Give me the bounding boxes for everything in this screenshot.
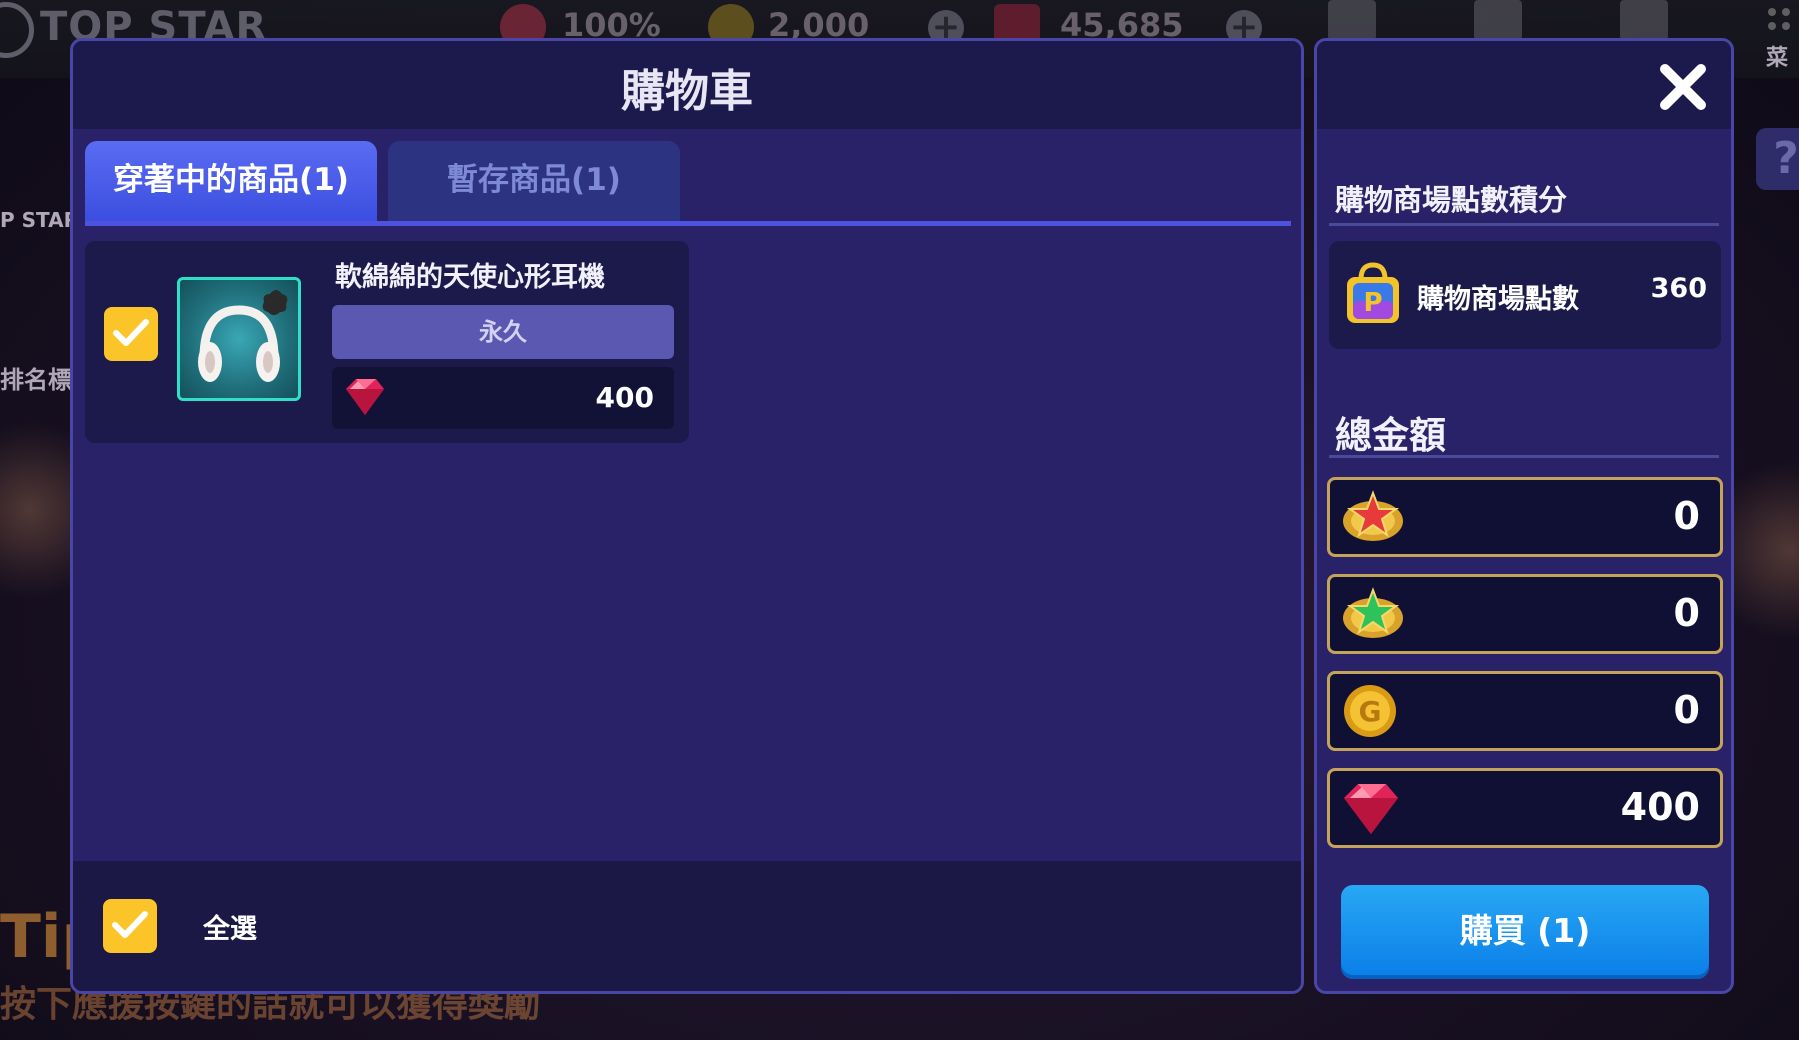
cart-item: 軟綿綿的天使心形耳機 永久 400 (85, 241, 689, 443)
menu-label: 菜 (1766, 46, 1789, 71)
section-divider (1329, 223, 1719, 226)
total-row-red-star: 0 (1327, 477, 1723, 557)
item-thumbnail[interactable] (177, 277, 301, 401)
cart-tabs: 穿著中的商品(1) 暫存商品(1) (85, 141, 1291, 226)
tab-wearing-items[interactable]: 穿著中的商品(1) (85, 141, 377, 221)
help-button[interactable]: ? (1756, 128, 1799, 190)
item-price-row: 400 (332, 367, 674, 429)
mall-points-value: 360 (1650, 273, 1707, 304)
item-duration-button[interactable]: 永久 (332, 305, 674, 359)
select-all-label[interactable]: 全選 (203, 907, 257, 946)
ruby-gem-icon (1344, 784, 1398, 834)
back-icon[interactable] (0, 2, 34, 58)
item-price: 400 (595, 381, 654, 414)
item-name: 軟綿綿的天使心形耳機 (335, 262, 605, 293)
inventory-icon[interactable] (1474, 0, 1522, 40)
mail-icon[interactable] (1328, 0, 1376, 40)
total-value-gem: 400 (1620, 785, 1700, 829)
svg-text:G: G (1359, 695, 1382, 728)
select-all-checkbox[interactable] (103, 899, 157, 953)
red-star-medal-icon (1343, 490, 1403, 541)
svg-text:P: P (1363, 288, 1382, 318)
close-icon[interactable] (1657, 61, 1709, 113)
gold-coin-icon: G (1344, 685, 1396, 737)
headphones-icon (198, 290, 288, 382)
total-row-green-star: 0 (1327, 574, 1723, 654)
ruby-gem-icon (346, 379, 384, 415)
mall-points-box: P 購物商場點數 360 (1329, 241, 1721, 349)
total-row-gold: G 0 (1327, 671, 1723, 751)
cart-footer: 全選 (73, 861, 1301, 991)
total-value-green-star: 0 (1673, 591, 1700, 635)
cart-header: 購物車 (73, 41, 1301, 129)
shopping-bag-points-icon: P (1347, 262, 1399, 323)
item-checkbox[interactable] (104, 307, 158, 361)
green-star-medal-icon (1343, 587, 1403, 638)
tab-saved-items[interactable]: 暫存商品(1) (388, 141, 680, 221)
total-value-gold: 0 (1673, 688, 1700, 732)
points-section-title: 購物商場點數積分 (1335, 183, 1568, 217)
buy-button[interactable]: 購買 (1) (1341, 885, 1709, 979)
check-icon (112, 911, 148, 938)
total-row-gem: 400 (1327, 768, 1723, 848)
summary-header (1317, 41, 1731, 129)
side-label-ranking: 排名標 (0, 366, 72, 394)
tab-underline (85, 221, 1291, 226)
mall-points-label: 購物商場點數 (1417, 284, 1579, 315)
total-value-red-star: 0 (1673, 494, 1700, 538)
summary-panel: 購物商場點數積分 P 購物商場點數 360 總金額 0 0 G 0 400 購買… (1314, 38, 1734, 994)
section-divider (1329, 455, 1719, 458)
total-title: 總金額 (1335, 414, 1446, 457)
cart-title: 購物車 (621, 66, 753, 117)
side-label-top-star: P STAR (0, 208, 79, 232)
shop-icon[interactable] (1620, 0, 1668, 40)
cart-panel: 購物車 穿著中的商品(1) 暫存商品(1) 軟綿綿的天使心形耳機 永久 400 … (70, 38, 1304, 994)
check-icon (113, 319, 149, 346)
